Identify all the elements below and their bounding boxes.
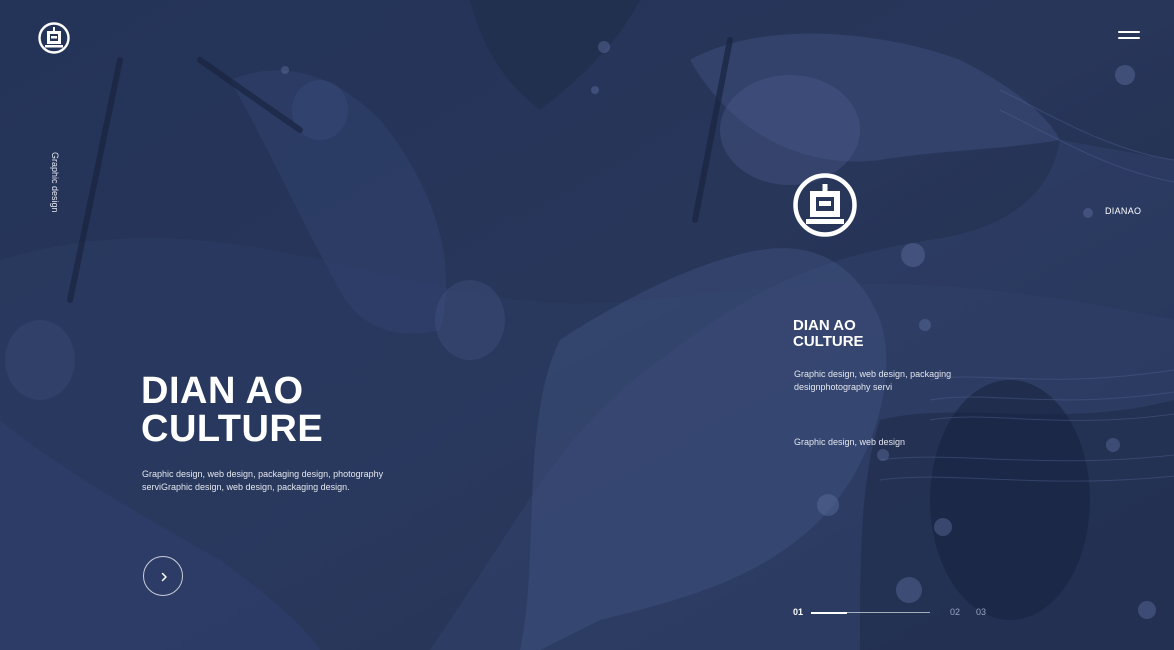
card-title: DIAN AO CULTURE (793, 318, 953, 350)
hero-title-line1: DIAN AO (141, 370, 304, 412)
brand-name: DIANAO (1105, 206, 1142, 216)
card-title-line2: CULTURE (793, 333, 864, 350)
dianao-logo-icon[interactable] (38, 22, 70, 54)
hero-description: Graphic design, web design, packaging de… (142, 469, 384, 492)
card-description: Graphic design, web design, packaging de… (794, 369, 952, 392)
dianao-large-logo-icon (793, 173, 857, 237)
hero-title: DIAN AO CULTURE (141, 372, 401, 448)
menu-line (1118, 37, 1140, 39)
pager-item-3[interactable]: 03 (976, 607, 986, 617)
slide-pagination: 01 02 03 (793, 607, 993, 621)
next-slide-button[interactable] (143, 556, 183, 596)
side-category-label: Graphic design (50, 152, 60, 213)
hero-background-illustration (0, 0, 1174, 650)
card-subtitle: Graphic design, web design (794, 437, 906, 447)
card-title-line1: DIAN AO (793, 317, 856, 334)
chevron-right-icon (161, 572, 167, 582)
pager-item-current[interactable]: 01 (793, 607, 803, 617)
hero-title-line2: CULTURE (141, 408, 324, 450)
pager-progress-track (811, 611, 930, 614)
hamburger-menu-icon[interactable] (1118, 31, 1140, 43)
pager-progress-fill (811, 611, 847, 614)
menu-line (1118, 31, 1140, 33)
pager-item-2[interactable]: 02 (950, 607, 960, 617)
